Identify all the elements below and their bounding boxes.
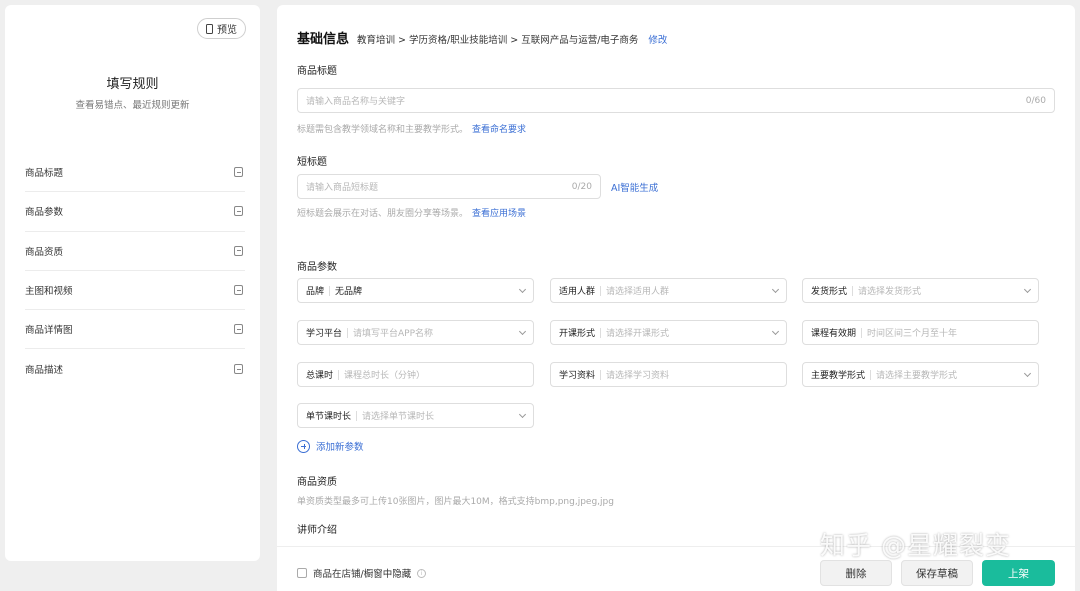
chevron-down-icon [1023, 369, 1032, 377]
document-icon [234, 167, 243, 178]
title-counter: 0/60 [1025, 95, 1046, 106]
preview-button[interactable]: 预览 [197, 18, 246, 39]
teacher-intro-label: 讲师介绍 [297, 525, 337, 536]
params-label: 商品参数 [297, 262, 337, 273]
preview-label: 预览 [217, 25, 237, 36]
plus-circle-icon [297, 439, 310, 453]
nav-item-description[interactable]: 商品描述 [25, 349, 245, 388]
param-lesson-duration[interactable]: 单节课时长 请选择单节课时长 [297, 403, 534, 428]
ai-generate-link[interactable]: AI智能生成 [611, 180, 658, 194]
short-title-hint: 短标题会展示在对话、朋友圈分享等场景。 查看应用场景 [297, 209, 527, 219]
param-total-hours[interactable]: 总课时 课程总时长（分钟） [297, 362, 534, 387]
nav-item-detail-images[interactable]: 商品详情图 [25, 310, 245, 350]
watermark: 知乎 @星耀裂变 [820, 531, 1011, 560]
param-audience[interactable]: 适用人群 请选择适用人群 [550, 278, 787, 303]
usage-scenes-link[interactable]: 查看应用场景 [472, 209, 526, 219]
rules-title: 填写规则 [106, 77, 159, 92]
info-icon[interactable]: i [417, 568, 427, 578]
section-header: 基础信息 教育培训 > 学历资格/职业技能培训 > 互联网产品与运营/电子商务 … [297, 28, 667, 47]
param-platform[interactable]: 学习平台 请填写平台APP名称 [297, 320, 534, 345]
param-delivery[interactable]: 发货形式 请选择发货形式 [802, 278, 1039, 303]
hide-checkbox[interactable] [297, 568, 307, 578]
document-icon [234, 206, 243, 217]
title-label: 商品标题 [297, 66, 337, 77]
short-title-input[interactable]: 请输入商品短标题 0/20 [297, 174, 601, 199]
section-title: 基础信息 [297, 32, 350, 47]
phone-icon [206, 23, 213, 34]
add-param-button[interactable]: 添加新参数 [297, 439, 364, 453]
naming-rules-link[interactable]: 查看命名要求 [472, 125, 526, 135]
qualification-hint: 单资质类型最多可上传10张图片，图片最大10M，格式支持bmp,png,jpeg… [297, 497, 614, 507]
document-icon [234, 245, 243, 256]
document-icon [234, 364, 243, 375]
save-draft-button[interactable]: 保存草稿 [901, 560, 973, 586]
param-teaching-format[interactable]: 主要教学形式 请选择主要教学形式 [802, 362, 1039, 387]
rules-subtitle[interactable]: 查看易错点、最近规则更新 [5, 97, 260, 111]
short-title-counter: 0/20 [571, 181, 592, 192]
nav-item-qualification[interactable]: 商品资质 [25, 232, 245, 271]
param-brand[interactable]: 品牌 无品牌 [297, 278, 534, 303]
chevron-down-icon [518, 410, 527, 418]
delete-button[interactable]: 删除 [820, 560, 892, 586]
rules-nav: 商品标题 商品参数 商品资质 主图和视频 商品详情图 商品描述 [25, 153, 245, 389]
nav-item-media[interactable]: 主图和视频 [25, 271, 245, 311]
nav-item-title[interactable]: 商品标题 [25, 153, 245, 193]
hide-in-store-option[interactable]: 商品在店铺/橱窗中隐藏 i [297, 566, 427, 580]
chevron-down-icon [518, 327, 527, 335]
rules-panel: 预览 填写规则 查看易错点、最近规则更新 商品标题 商品参数 商品资质 主图和视… [5, 5, 260, 561]
chevron-down-icon [771, 285, 780, 293]
param-materials[interactable]: 学习资料 请选择学习资料 [550, 362, 787, 387]
chevron-down-icon [518, 285, 527, 293]
document-icon [234, 324, 243, 335]
chevron-down-icon [1023, 285, 1032, 293]
document-icon [234, 285, 243, 296]
qualification-label: 商品资质 [297, 477, 337, 488]
title-input[interactable]: 请输入商品名称与关键字 0/60 [297, 88, 1055, 113]
short-title-label: 短标题 [297, 157, 327, 168]
category-breadcrumb: 教育培训 > 学历资格/职业技能培训 > 互联网产品与运营/电子商务 [357, 35, 639, 46]
basic-info-form: 基础信息 教育培训 > 学历资格/职业技能培训 > 互联网产品与运营/电子商务 … [277, 5, 1075, 591]
edit-category-link[interactable]: 修改 [648, 32, 667, 46]
chevron-down-icon [771, 327, 780, 335]
nav-item-params[interactable]: 商品参数 [25, 192, 245, 232]
param-class-format[interactable]: 开课形式 请选择开课形式 [550, 320, 787, 345]
publish-button[interactable]: 上架 [982, 560, 1055, 586]
param-validity[interactable]: 课程有效期 时间区间三个月至十年 [802, 320, 1039, 345]
title-hint: 标题需包含教学领域名称和主要教学形式。 查看命名要求 [297, 125, 527, 135]
